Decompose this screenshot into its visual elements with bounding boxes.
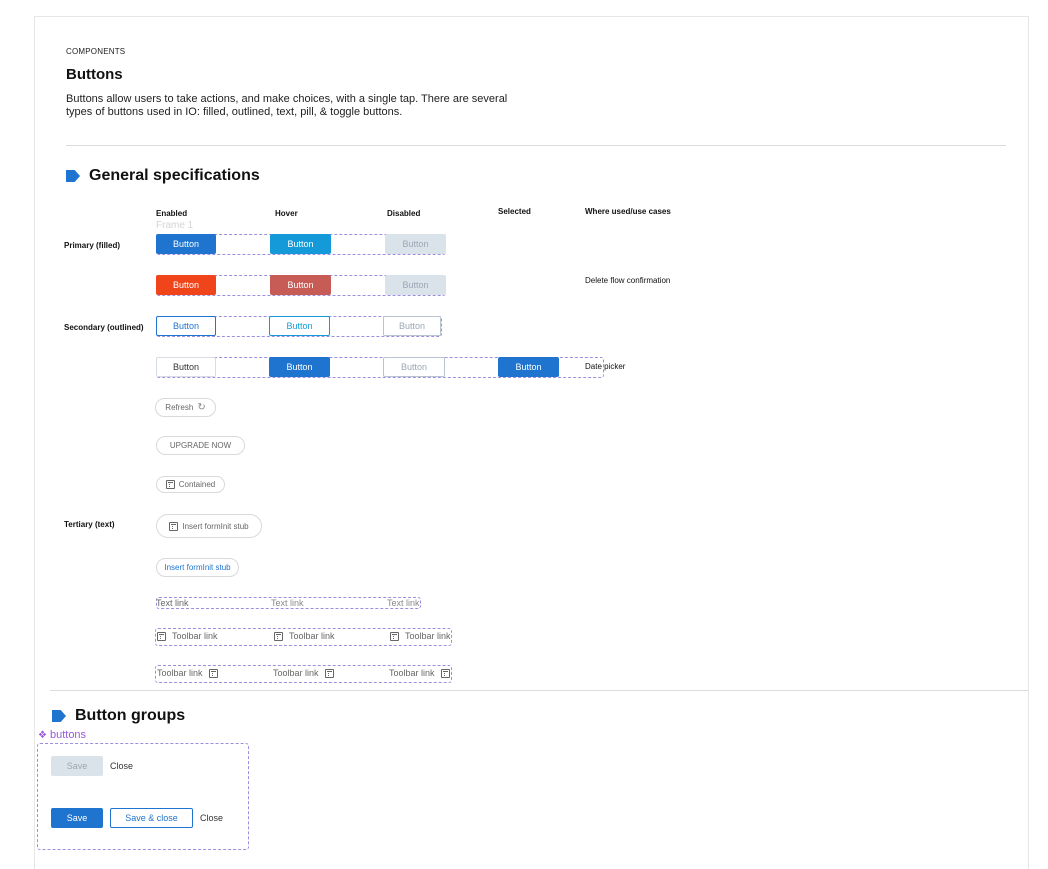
toolbar-link-label: Toolbar link xyxy=(157,668,203,678)
primary-disabled-button: Button xyxy=(385,234,446,254)
row-label-primary: Primary (filled) xyxy=(64,241,121,250)
refresh-pill-button[interactable]: Refresh ↻ xyxy=(155,398,216,417)
column-hover: Hover xyxy=(275,209,298,218)
danger-enabled-button[interactable]: Button xyxy=(156,275,216,295)
toolbar-link-enabled[interactable]: Toolbar link xyxy=(157,631,218,641)
calendar-icon xyxy=(169,521,179,531)
contained-pill-button[interactable]: Contained xyxy=(156,476,225,493)
toolbar-link-hover[interactable]: Toolbar link xyxy=(274,631,335,641)
toolbar-link-label: Toolbar link xyxy=(172,631,218,641)
calendar-icon xyxy=(324,668,334,678)
section-title: General specifications xyxy=(89,167,260,184)
toolbar-link-label: Toolbar link xyxy=(273,668,319,678)
column-disabled: Disabled xyxy=(387,209,421,218)
toggle-disabled-button: Button xyxy=(383,357,445,377)
text-link-disabled: Text link xyxy=(387,598,420,608)
row-label-tertiary: Tertiary (text) xyxy=(64,520,115,529)
section-title: Button groups xyxy=(75,707,186,724)
toolbar-link-label: Toolbar link xyxy=(405,631,451,641)
text-link-hover[interactable]: Text link xyxy=(271,598,304,608)
contained-label: Contained xyxy=(178,480,216,489)
close-link[interactable]: Close xyxy=(200,813,223,823)
upgrade-pill-button[interactable]: UPGRADE NOW xyxy=(156,436,245,455)
toggle-hover-button[interactable]: Button xyxy=(269,357,330,377)
column-enabled: Enabled xyxy=(156,209,188,218)
eyebrow-label: COMPONENTS xyxy=(66,47,126,56)
secondary-enabled-button[interactable]: Button xyxy=(156,316,216,336)
toolbar-link-label: Toolbar link xyxy=(289,631,335,641)
page-description: Buttons allow users to take actions, and… xyxy=(66,93,508,118)
secondary-disabled-button: Button xyxy=(383,316,441,336)
primary-enabled-button[interactable]: Button xyxy=(156,234,216,254)
secondary-hover-button[interactable]: Button xyxy=(269,316,330,336)
text-link-enabled[interactable]: Text link xyxy=(156,598,189,608)
insert-stub-text-button[interactable]: Insert formInit stub xyxy=(156,558,239,577)
save-close-button[interactable]: Save & close xyxy=(110,808,193,828)
close-link[interactable]: Close xyxy=(110,761,133,771)
toggle-selected-button[interactable]: Button xyxy=(498,357,559,377)
component-icon: ❖ xyxy=(38,729,47,741)
component-name: buttons xyxy=(49,729,87,741)
refresh-label: Refresh xyxy=(165,403,194,412)
refresh-icon: ↻ xyxy=(197,402,206,413)
calendar-icon xyxy=(390,631,399,641)
column-where-used: Where used/use cases xyxy=(585,207,671,216)
calendar-icon xyxy=(274,631,283,641)
column-selected: Selected xyxy=(498,207,531,216)
divider xyxy=(50,690,1028,691)
calendar-icon xyxy=(208,668,218,678)
toolbar-link-right-enabled[interactable]: Toolbar link xyxy=(157,668,218,678)
use-case-note: Date picker xyxy=(585,362,626,371)
calendar-icon xyxy=(157,631,166,641)
toolbar-link-right-disabled: Toolbar link xyxy=(389,668,450,678)
use-case-note: Delete flow confirmation xyxy=(585,276,671,285)
row-label-secondary: Secondary (outlined) xyxy=(64,323,144,332)
danger-disabled-button: Button xyxy=(385,275,446,295)
toolbar-link-label: Toolbar link xyxy=(389,668,435,678)
toolbar-link-disabled: Toolbar link xyxy=(390,631,451,641)
primary-hover-button[interactable]: Button xyxy=(270,234,331,254)
frame-label: Frame 1 xyxy=(156,220,194,231)
save-disabled-button: Save xyxy=(51,756,103,776)
toggle-enabled-button[interactable]: Button xyxy=(156,357,216,377)
calendar-icon xyxy=(440,668,450,678)
insert-stub-label: Insert formInit stub xyxy=(182,521,249,531)
danger-hover-button[interactable]: Button xyxy=(270,275,331,295)
calendar-icon xyxy=(165,480,175,489)
page-title: Buttons xyxy=(66,66,123,83)
divider xyxy=(66,145,1006,146)
toolbar-link-right-hover[interactable]: Toolbar link xyxy=(273,668,334,678)
insert-stub-icon-button[interactable]: Insert formInit stub xyxy=(156,514,262,538)
save-button[interactable]: Save xyxy=(51,808,103,828)
component-label: ❖ buttons xyxy=(38,729,86,741)
